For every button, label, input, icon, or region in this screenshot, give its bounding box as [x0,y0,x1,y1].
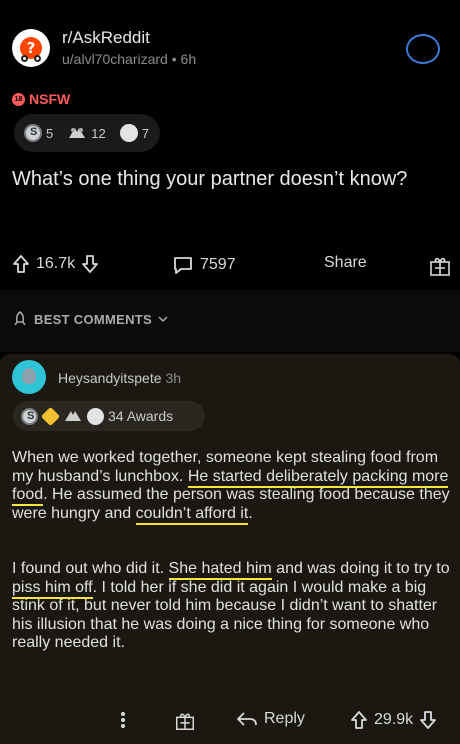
comment-paragraph: I found out who did it. She hated him an… [12,560,452,653]
comment-body: When we worked together, someone kept st… [12,449,452,690]
silver-award-icon [21,407,38,425]
nsfw-label: NSFW [29,91,71,107]
text-segment: and was doing it to try to [271,560,450,577]
comment-age: 3h [165,370,182,386]
awards-total: 34 Awards [108,408,174,424]
post-meta: u/alvl70charizard • 6h [62,50,196,68]
highlighted-text: piss him off [12,578,93,599]
sort-label: BEST COMMENTS [34,311,153,327]
text-segment: I found out who did it. [12,560,169,577]
share-label: Share [324,254,367,271]
nsfw-icon: 18 [12,92,25,106]
post-header: ? r/AskReddit u/alvl70charizard • 6h [12,28,196,68]
upvote-count: 16.7k [36,255,76,272]
comments-button[interactable]: 7597 [172,254,236,276]
downvote-icon[interactable] [81,254,99,274]
text-segment: . [248,504,253,522]
post-author[interactable]: u/alvl70charizard [62,51,168,67]
more-vertical-icon [120,710,126,730]
chevron-down-icon [158,315,168,323]
comment-awards[interactable]: 34 Awards [13,401,205,431]
comment-author-line: Heysandyitspete 3h [58,370,181,386]
subreddit-avatar[interactable]: ? [12,29,50,67]
meta-separator: • [171,51,181,67]
face-award-icon [87,407,104,425]
upvote-icon[interactable] [12,254,30,274]
upvote-icon[interactable] [350,710,368,730]
post-age: 6h [180,51,197,67]
subreddit-name[interactable]: r/AskReddit [62,28,196,48]
post-awards[interactable]: 5 12 7 [14,114,160,152]
face-award-icon [119,124,138,142]
award-count: 7 [141,125,149,141]
reply-button[interactable]: Reply [236,710,305,728]
wholesome-hands-award-icon [67,124,87,142]
wholesome-hands-award-icon [63,407,83,425]
sort-comments[interactable]: BEST COMMENTS [12,311,168,327]
comment-count: 7597 [200,256,236,273]
silver-award-icon [24,124,42,142]
reply-label: Reply [264,710,305,727]
award-count: 12 [91,125,106,141]
comment-upvote-count: 29.9k [374,711,414,728]
comment-bubble-icon [172,254,194,276]
gift-icon [174,710,196,732]
comment-author[interactable]: Heysandyitspete [58,370,162,386]
gift-icon [428,254,452,278]
highlighted-text: couldn’t afford it [135,504,249,525]
comment-paragraph: When we worked together, someone kept st… [12,449,452,525]
award-button[interactable] [428,254,452,278]
nsfw-tag: 18 NSFW [12,91,70,107]
post-title[interactable]: What’s one thing your partner doesn’t kn… [12,167,432,192]
comment-action-bar: Reply 29.9k [0,708,460,738]
post-action-bar: 16.7k 7597 Share [0,250,460,284]
highlighted-text: She hated him [168,560,272,580]
share-button[interactable]: Share [324,254,367,272]
commenter-avatar[interactable] [12,360,46,394]
downvote-icon[interactable] [419,710,437,730]
reply-arrow-icon [236,710,258,728]
gold-award-icon [40,406,61,426]
more-options-button[interactable] [120,710,126,730]
award-count: 5 [46,125,54,141]
vote-group: 16.7k [12,254,99,274]
join-button[interactable] [406,34,440,64]
rocket-icon [12,311,28,327]
comment-vote-group: 29.9k [350,710,437,730]
snoo-eyes-icon [21,55,41,63]
comment-award-button[interactable] [174,710,196,732]
